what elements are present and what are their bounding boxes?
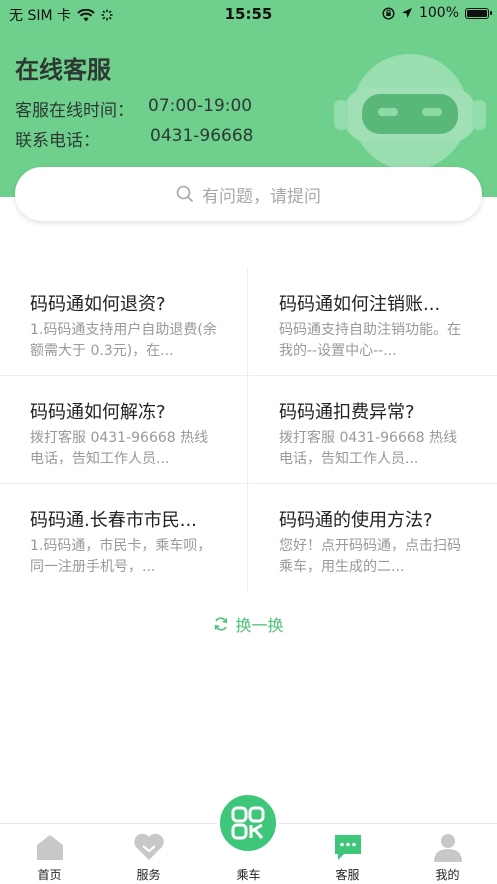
tab-label: 我的	[435, 868, 460, 882]
chat-icon	[335, 835, 361, 860]
page-title: 在线客服	[15, 56, 111, 84]
battery-level	[467, 9, 487, 17]
contact-phone-label: 联系电话：	[15, 131, 100, 151]
battery-icon	[465, 7, 492, 19]
tab-label: 客服	[335, 868, 360, 882]
faq-title: 码码通如何注销账...	[279, 294, 441, 315]
faq-item[interactable]: 码码通.长春市市民... 1.码码通，市民卡，乘车呗，同一注册手机号，...	[0, 484, 248, 592]
faq-item[interactable]: 码码通如何注销账... 码码通支持自助注销功能。在我的--设置中心--...	[249, 268, 497, 376]
tab-services[interactable]: 服务	[99, 824, 198, 884]
faq-desc: 码码通支持自助注销功能。在我的--设置中心--...	[279, 322, 461, 359]
service-hours-value: 07:00-19:00	[148, 96, 253, 116]
qr-ride-icon	[231, 806, 265, 840]
ride-qr-button[interactable]	[217, 792, 279, 854]
faq-item[interactable]: 码码通如何解冻? 拨打客服 0431-96668 热线电话，告知工作人员...	[0, 376, 248, 484]
home-icon	[37, 835, 63, 860]
tab-profile[interactable]: 我的	[398, 824, 497, 884]
location-arrow-icon	[401, 8, 412, 18]
service-hours-row: 客服在线时间： 07:00-19:00	[15, 96, 252, 121]
service-hours-label: 客服在线时间：	[15, 101, 134, 121]
faq-desc: 1.码码通支持用户自助退费(余额需大于 0.3元)，在...	[30, 322, 217, 359]
faq-title: 码码通如何解冻?	[30, 402, 166, 423]
refresh-icon	[215, 617, 228, 631]
status-bar: 无 SIM 卡 15:55 100%	[0, 0, 497, 27]
tab-ride[interactable]: 乘车	[199, 792, 298, 884]
refresh-label: 换一换	[235, 616, 284, 635]
tab-support[interactable]: 客服	[298, 824, 397, 884]
faq-title: 码码通扣费异常?	[279, 402, 415, 423]
faq-desc: 您好！点开码码通，点击扫码乘车，用生成的二...	[279, 538, 461, 575]
tab-home[interactable]: 首页	[0, 824, 99, 884]
refresh-button[interactable]: 换一换	[0, 612, 497, 636]
search-input[interactable]: 有问题，请提问	[15, 167, 482, 221]
tab-label: 首页	[37, 868, 62, 882]
search-placeholder: 有问题，请提问	[202, 186, 321, 207]
faq-item[interactable]: 码码通的使用方法? 您好！点开码码通，点击扫码乘车，用生成的二...	[249, 484, 497, 592]
faq-desc: 1.码码通，市民卡，乘车呗，同一注册手机号，...	[30, 538, 212, 575]
faq-title: 码码通如何退资?	[30, 294, 166, 315]
faq-item[interactable]: 码码通扣费异常? 拨打客服 0431-96668 热线电话，告知工作人员...	[249, 376, 497, 484]
tab-label: 服务	[136, 868, 161, 882]
faq-title: 码码通的使用方法?	[279, 510, 433, 531]
contact-phone-row: 联系电话： 0431-96668	[15, 126, 253, 151]
faq-desc: 拨打客服 0431-96668 热线电话，告知工作人员...	[279, 430, 458, 467]
faq-title: 码码通.长春市市民...	[30, 510, 197, 531]
tab-label: 乘车	[236, 868, 261, 882]
faq-item[interactable]: 码码通如何退资? 1.码码通支持用户自助退费(余额需大于 0.3元)，在...	[0, 268, 248, 376]
faq-desc: 拨打客服 0431-96668 热线电话，告知工作人员...	[30, 430, 209, 467]
person-icon	[434, 834, 462, 862]
battery-percent: 100%	[418, 5, 459, 21]
bottom-tab-bar: 首页 服务 乘车 客服 我的	[0, 792, 497, 884]
heart-icon	[134, 833, 164, 860]
orientation-lock-icon	[382, 6, 395, 20]
contact-phone-value[interactable]: 0431-96668	[150, 126, 253, 146]
search-icon	[176, 185, 194, 203]
